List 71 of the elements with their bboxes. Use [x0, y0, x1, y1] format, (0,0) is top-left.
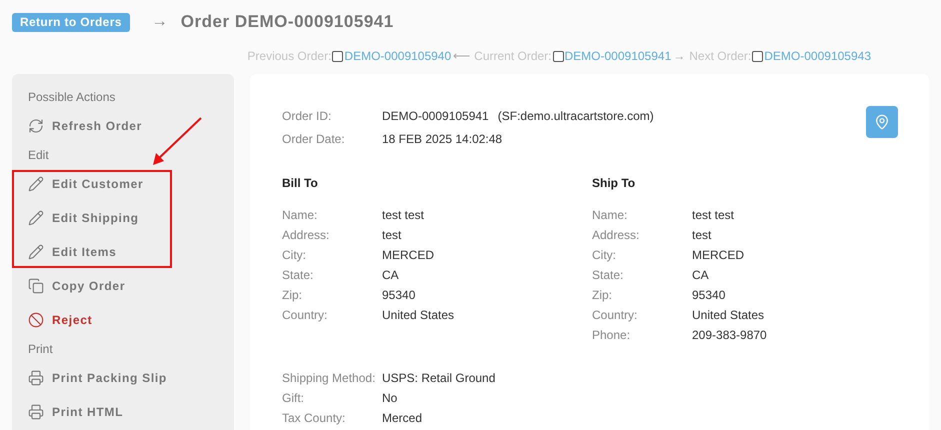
- field-label: Order Date:: [282, 130, 346, 148]
- copy-icon: [28, 278, 44, 294]
- field-value: test: [382, 227, 402, 244]
- field-label: Name:: [282, 207, 318, 224]
- checkbox[interactable]: [552, 50, 564, 62]
- field-label: Country:: [592, 307, 638, 324]
- order-link[interactable]: DEMO-0009105941: [564, 47, 672, 65]
- field-label: Zip:: [282, 287, 304, 304]
- field-label: Name:: [592, 207, 628, 224]
- field-value: MERCED: [692, 247, 744, 264]
- field-value: test test: [382, 207, 424, 224]
- sidebar-action[interactable]: Print HTML: [28, 403, 124, 421]
- sidebar-action[interactable]: Reject: [28, 311, 92, 329]
- field-label: State:: [592, 267, 624, 284]
- printer-icon: [28, 404, 44, 420]
- sidebar-action[interactable]: Refresh Order: [28, 117, 142, 135]
- map-pin-icon: [874, 114, 890, 130]
- pointer-arrow: [150, 116, 204, 168]
- field-value: 18 FEB 2025 14:02:48: [382, 130, 502, 148]
- field-value: USPS: Retail Ground: [382, 370, 496, 387]
- printer-icon: [28, 370, 44, 386]
- field-label: Shipping Method:: [282, 370, 376, 387]
- field-value: test test: [692, 207, 734, 224]
- field-value: Merced: [382, 410, 422, 427]
- sidebar-action[interactable]: Print Packing Slip: [28, 369, 167, 387]
- field-label: City:: [282, 247, 307, 264]
- field-label: Order ID:: [282, 108, 332, 124]
- pencil-icon: [28, 244, 44, 260]
- pencil-icon: [28, 176, 44, 192]
- pencil-icon: [28, 210, 44, 226]
- field-value: DEMO-0009105941: [382, 108, 489, 124]
- field-label: Country:: [282, 307, 328, 324]
- order-link[interactable]: DEMO-0009105943: [764, 47, 871, 65]
- separator-arrow: ⟵: [453, 48, 470, 65]
- field-value: MERCED: [382, 247, 434, 264]
- field-label: State:: [282, 267, 314, 284]
- section-title: Bill To: [282, 175, 319, 192]
- field-value: CA: [382, 267, 399, 284]
- field-label: Tax County:: [282, 410, 346, 427]
- field-label: Address:: [282, 227, 330, 244]
- field-label: Gift:: [282, 390, 306, 407]
- field-label: City:: [592, 247, 617, 264]
- section-heading: Possible Actions: [28, 89, 116, 106]
- separator-arrow: →: [673, 48, 686, 65]
- field-label: Address:: [592, 227, 640, 244]
- return-button[interactable]: Return to Orders: [12, 12, 130, 32]
- store-note: (SF:demo.ultracartstore.com): [498, 108, 654, 124]
- sidebar-action[interactable]: Edit Customer: [28, 175, 144, 193]
- section-title: Ship To: [592, 175, 636, 192]
- field-value: 95340: [692, 287, 726, 304]
- field-value: 95340: [382, 287, 416, 304]
- field-label: Phone:: [592, 327, 632, 344]
- sidebar-action[interactable]: Copy Order: [28, 277, 126, 295]
- arrow-icon: →: [152, 10, 168, 34]
- field-value: United States: [692, 307, 764, 324]
- field-value: CA: [692, 267, 709, 284]
- sidebar-action[interactable]: Edit Items: [28, 243, 117, 261]
- field-label: Zip:: [592, 287, 614, 304]
- sidebar-action[interactable]: Edit Shipping: [28, 209, 139, 227]
- refresh-icon: [28, 118, 44, 134]
- ban-icon: [28, 312, 44, 328]
- field-value: 209-383-9870: [692, 327, 767, 344]
- checkbox[interactable]: [332, 50, 344, 62]
- field-value: test: [692, 227, 712, 244]
- field-value: United States: [382, 307, 454, 324]
- field-value: No: [382, 390, 398, 407]
- checkbox[interactable]: [752, 50, 764, 62]
- order-link[interactable]: DEMO-0009105940: [344, 47, 452, 65]
- section-heading: Print: [28, 341, 53, 358]
- section-heading: Edit: [28, 147, 49, 164]
- page-title: Order DEMO-0009105941: [180, 11, 394, 34]
